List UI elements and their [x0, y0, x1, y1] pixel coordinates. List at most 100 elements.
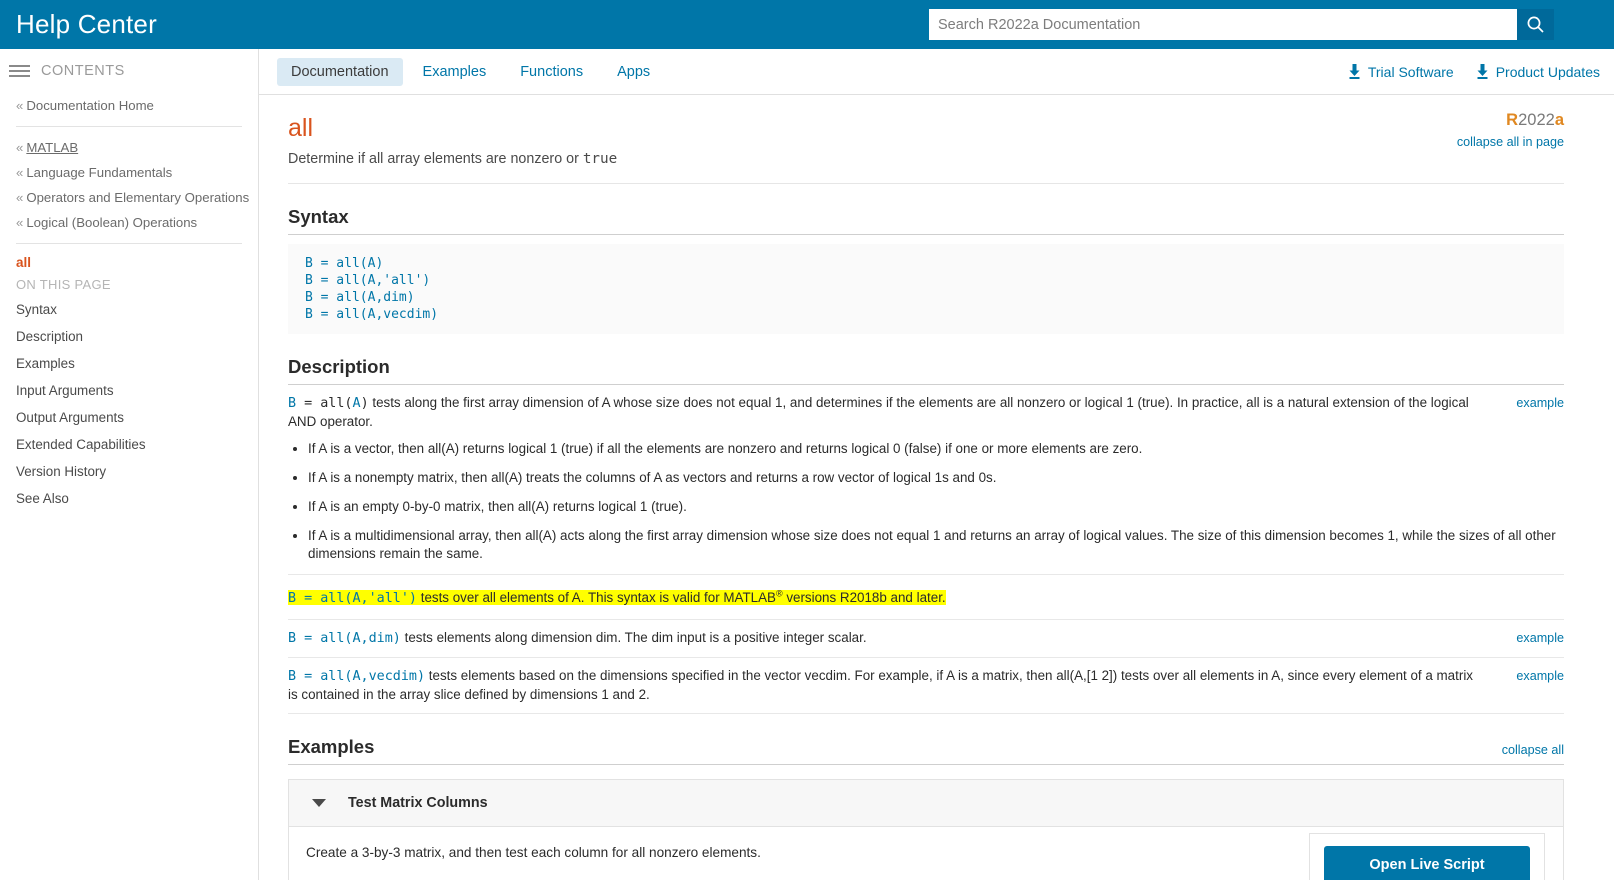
list-item: If A is an empty 0-by-0 matrix, then all…	[308, 498, 1564, 516]
page-subtitle: Determine if all array elements are nonz…	[288, 151, 1564, 167]
syntax-heading: Syntax	[288, 206, 1564, 235]
syntax-line: B = all(A,dim)	[305, 289, 415, 305]
on-this-page-label: ON THIS PAGE	[16, 277, 111, 292]
description-row-2-body: B = all(A,'all') tests over all elements…	[288, 585, 1564, 608]
release-r: R	[1506, 111, 1519, 129]
sidebar-current-page[interactable]: all	[0, 252, 258, 272]
sidebar-item-label: MATLAB	[26, 140, 79, 155]
tab-functions[interactable]: Functions	[506, 58, 597, 86]
list-item: If A is a vector, then all(A) returns lo…	[308, 440, 1564, 458]
sidebar-item-description[interactable]: Description	[0, 323, 258, 350]
sig-row-3: B = all(A,dim)	[288, 630, 401, 646]
sidebar-toc: Syntax Description Examples Input Argume…	[0, 296, 258, 512]
sidebar-nav: «MATLAB «Language Fundamentals «Operator…	[0, 135, 258, 235]
product-updates-link[interactable]: Product Updates	[1476, 64, 1600, 80]
description-row-3-text: tests elements along dimension dim. The …	[400, 629, 867, 645]
description-row-3-body: B = all(A,dim) tests elements along dime…	[288, 629, 1564, 648]
download-icon	[1349, 64, 1360, 79]
sidebar-item-operators-and-elementary-operations[interactable]: «Operators and Elementary Operations	[16, 185, 249, 210]
app-title: Help Center	[16, 9, 157, 39]
examples-heading: Examples collapse all	[288, 736, 1564, 765]
list-item: If A is a nonempty matrix, then all(A) t…	[308, 469, 1564, 487]
sidebar-item-output-arguments[interactable]: Output Arguments	[0, 404, 258, 431]
sidebar-item-version-history[interactable]: Version History	[0, 458, 258, 485]
sidebar-item-logical-boolean-operations[interactable]: «Logical (Boolean) Operations	[16, 210, 242, 235]
description-row-4-body: B = all(A,vecdim) tests elements based o…	[288, 667, 1564, 704]
tab-apps[interactable]: Apps	[603, 58, 664, 86]
release-year: 2022	[1518, 111, 1555, 129]
description-row-2-highlighted: B = all(A,'all') tests over all elements…	[288, 575, 1564, 620]
open-live-script-container: Open Live Script	[1309, 832, 1545, 880]
description-row-2-text-b: versions R2018b and later.	[782, 589, 946, 605]
title-divider	[288, 182, 1564, 184]
examples-heading-label: Examples	[288, 735, 375, 757]
sidebar-item-see-also[interactable]: See Also	[0, 485, 258, 512]
sidebar-item-matlab[interactable]: «MATLAB	[16, 135, 242, 160]
page-subtitle-text: Determine if all array elements are nonz…	[288, 150, 583, 167]
body-wrapper: CONTENTS «Documentation Home «MATLAB «La…	[0, 49, 1614, 880]
page-title: all	[288, 114, 314, 142]
chevron-left-icon: «	[16, 190, 24, 205]
description-row-1-text: tests along the first array dimension of…	[288, 394, 1469, 429]
sig-arg: A	[352, 395, 361, 411]
sig-b: B	[288, 395, 297, 411]
collapse-all-in-page-link[interactable]: collapse all in page	[1457, 135, 1564, 149]
description-heading: Description	[288, 356, 1564, 385]
product-updates-label: Product Updates	[1495, 63, 1600, 80]
sidebar-item-label: Logical (Boolean) Operations	[26, 215, 198, 230]
search-button[interactable]	[1517, 9, 1554, 40]
contents-label: CONTENTS	[41, 63, 125, 79]
sidebar-item-language-fundamentals[interactable]: «Language Fundamentals	[16, 160, 242, 185]
search-bar	[929, 9, 1554, 40]
sidebar-divider-1	[16, 126, 242, 127]
main-content: Documentation Examples Functions Apps Tr…	[259, 49, 1614, 880]
accordion-header-test-matrix-columns[interactable]: Test Matrix Columns	[289, 779, 1563, 827]
example-link[interactable]: example	[1516, 394, 1564, 412]
accordion-body: Open Live Script Create a 3-by-3 matrix,…	[289, 826, 1563, 880]
hamburger-icon[interactable]	[9, 65, 30, 77]
chevron-left-icon: «	[16, 165, 24, 180]
description-row-1-body: B = all(A) tests along the first array d…	[288, 394, 1564, 431]
sidebar-item-extended-capabilities[interactable]: Extended Capabilities	[0, 431, 258, 458]
release-suffix: a	[1554, 111, 1564, 129]
page-subtitle-code: true	[582, 150, 618, 167]
collapse-all-link[interactable]: collapse all	[1502, 743, 1564, 757]
sig-eq: =	[296, 395, 321, 411]
tab-documentation[interactable]: Documentation	[277, 57, 403, 86]
release-badge: R2022a collapse all in page	[1457, 111, 1564, 149]
sidebar-item-label: Documentation Home	[26, 98, 154, 113]
contents-toggle[interactable]: CONTENTS	[0, 49, 258, 93]
syntax-line: B = all(A,vecdim)	[305, 306, 439, 322]
sidebar-item-input-arguments[interactable]: Input Arguments	[0, 377, 258, 404]
release-label: R2022a	[1457, 111, 1564, 130]
tab-examples[interactable]: Examples	[409, 58, 501, 86]
app-header: Help Center	[0, 0, 1614, 49]
open-live-script-button[interactable]: Open Live Script	[1324, 845, 1530, 880]
description-bullets: If A is a vector, then all(A) returns lo…	[288, 440, 1564, 563]
download-icon	[1477, 64, 1488, 79]
sig-close: )	[360, 395, 369, 411]
sidebar-breadcrumbs: «Documentation Home	[0, 93, 258, 118]
sig-highlighted: B = all(A,'all')	[288, 590, 417, 606]
trial-software-label: Trial Software	[1367, 63, 1454, 80]
trial-software-link[interactable]: Trial Software	[1348, 64, 1454, 80]
chevron-down-icon[interactable]	[312, 798, 326, 807]
accordion-title: Test Matrix Columns	[348, 794, 488, 811]
syntax-block: B = all(A) B = all(A,'all') B = all(A,di…	[288, 243, 1564, 334]
list-item: If A is a multidimensional array, then a…	[308, 527, 1564, 563]
chevron-left-icon: «	[16, 140, 24, 155]
search-icon	[1527, 16, 1544, 33]
sidebar-divider-2	[16, 243, 242, 244]
sig-row-4: B = all(A,vecdim)	[288, 668, 426, 684]
top-utility-links: Trial Software Product Updates	[1348, 64, 1600, 80]
sidebar-item-syntax[interactable]: Syntax	[0, 296, 258, 323]
examples-accordion: Test Matrix Columns Open Live Script Cre…	[288, 778, 1564, 880]
syntax-line: B = all(A,'all')	[305, 272, 431, 288]
sidebar-item-examples[interactable]: Examples	[0, 350, 258, 377]
example-link[interactable]: example	[1516, 667, 1564, 685]
chevron-left-icon: «	[16, 98, 24, 113]
sidebar-item-documentation-home[interactable]: «Documentation Home	[16, 93, 242, 118]
example-link[interactable]: example	[1516, 629, 1564, 647]
search-input[interactable]	[929, 9, 1517, 40]
sidebar-item-label: Operators and Elementary Operations	[26, 190, 250, 205]
